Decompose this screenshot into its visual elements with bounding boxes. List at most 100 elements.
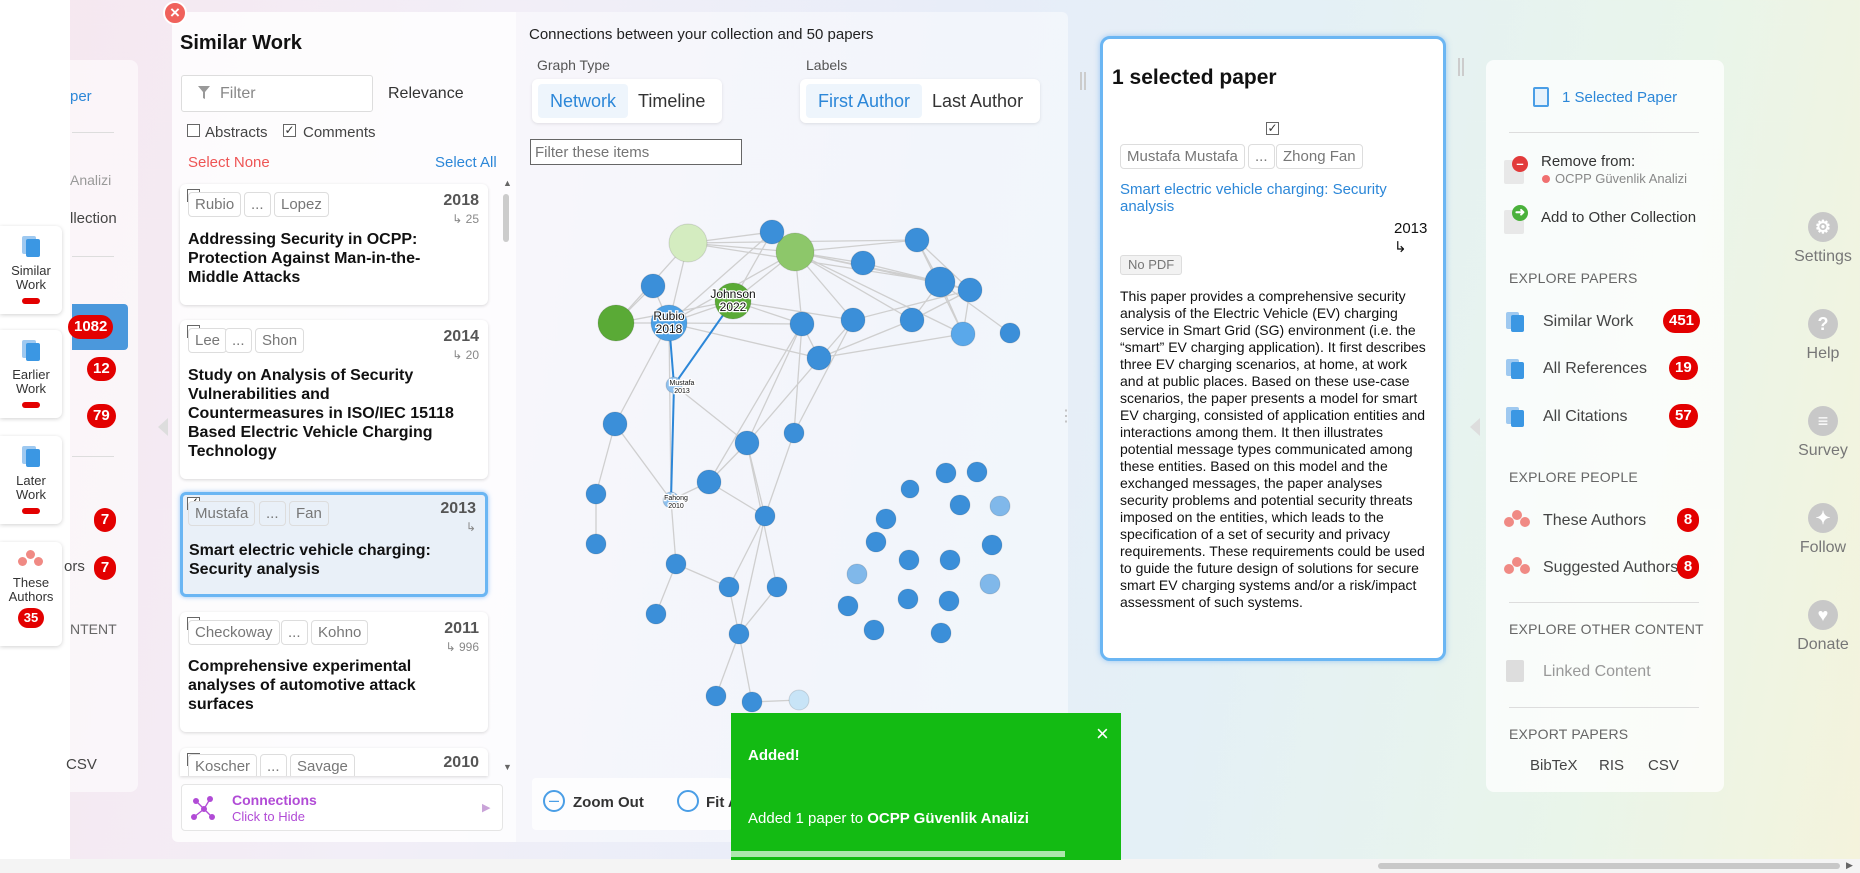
toast-close-icon[interactable]: × [1096,721,1109,747]
tab-these-authors[interactable]: These Authors 35 [0,542,62,646]
all-references-link[interactable]: All References [1543,360,1647,378]
comments-checkbox[interactable]: ✓ [283,124,296,137]
fit-icon[interactable] [677,790,699,812]
graph-node-label: Johnson [710,287,755,301]
back-panel-export[interactable]: CSV [66,756,97,773]
tab-later-work[interactable]: Later Work [0,436,62,524]
last-author-chip[interactable]: Kohno [311,620,369,645]
horizontal-scrollbar[interactable]: ▶ [0,859,1860,873]
scroll-up-icon: ▲ [503,178,512,188]
graph-filter-input[interactable] [530,139,742,165]
selected-checkbox[interactable]: ✓ [1266,122,1279,135]
graph-node [728,623,750,645]
first-author-chip[interactable]: Mustafa [188,501,256,526]
ellipsis-chip[interactable]: ... [260,754,287,776]
close-icon[interactable]: × [163,1,187,25]
settings-button[interactable]: ⚙ Settings [1783,212,1860,266]
export-bibtex-button[interactable]: BibTeX [1530,757,1578,774]
document-icon [1506,357,1526,379]
last-author-chip[interactable]: Lopez [274,192,329,217]
similar-work-link[interactable]: Similar Work [1543,313,1633,331]
all-citations-link[interactable]: All Citations [1543,408,1627,426]
timeline-option[interactable]: Timeline [626,84,717,118]
donate-button[interactable]: ♥ Donate [1783,600,1860,654]
similar-count-badge: 451 [1663,309,1701,333]
tab-label-line2: Work [15,487,47,502]
network-option[interactable]: Network [538,84,629,118]
connections-toggle[interactable]: Connections Click to Hide ▶ [181,784,503,831]
resize-handle[interactable] [1080,72,1086,90]
paper-card-selected[interactable]: Mustafa ... Fan 2013 ↳ Smart electric ve… [180,492,488,597]
graph-node-label: Mustafa [670,380,695,387]
first-author-chip[interactable]: Lee [188,328,228,353]
select-none-link[interactable]: Select None [188,154,270,171]
ellipsis-chip[interactable]: ... [281,620,308,645]
zoom-out-button[interactable]: Zoom Out [573,794,644,811]
graph-edge [708,323,803,483]
tab-earlier-work[interactable]: Earlier Work [0,330,62,418]
resize-handle[interactable] [1458,58,1464,76]
paper-card[interactable]: Rubio ... Lopez 2018 ↳ 25 Addressing Sec… [180,184,488,305]
divider [1509,602,1699,603]
follow-button[interactable]: ✦ Follow [1783,503,1860,557]
tab-label-line2: Work [15,277,47,292]
export-csv-button[interactable]: CSV [1648,757,1679,774]
ellipsis-chip[interactable]: ... [244,192,271,217]
graph-node [865,531,887,553]
export-ris-button[interactable]: RIS [1599,757,1624,774]
filter-input[interactable]: Filter [181,75,373,112]
linked-content-link[interactable]: Linked Content [1543,663,1651,681]
ellipsis-chip[interactable]: ... [225,328,252,353]
graph-node [718,576,740,598]
paper-title-link[interactable]: Smart electric vehicle charging: Securit… [1120,181,1440,215]
paper-title: Smart electric vehicle charging: Securit… [189,542,431,578]
zoom-out-icon[interactable]: – [543,790,565,812]
added-toast: Added! × Added 1 paper to OCPP Güvenlik … [731,713,1121,860]
first-author-chip[interactable]: Mustafa Mustafa [1120,144,1245,169]
last-author-chip[interactable]: Savage [290,754,355,776]
graph-node [899,307,925,333]
first-author-option[interactable]: First Author [806,84,923,118]
first-author-chip[interactable]: Koscher [188,754,258,776]
sort-dropdown[interactable]: Relevance [388,85,464,103]
list-scrollbar[interactable]: ▲ ▼ [502,178,512,776]
first-author-chip[interactable]: Checkoway [188,620,280,645]
last-author-option[interactable]: Last Author [920,84,1035,118]
last-author-chip[interactable]: Zhong Fan [1276,144,1363,169]
paper-abstract: This paper provides a comprehensive secu… [1120,288,1426,610]
first-author-chip[interactable]: Rubio [188,192,242,217]
select-all-link[interactable]: Select All [435,154,497,171]
suggested-authors-count-badge: 8 [1677,555,1699,579]
graph-node [840,307,866,333]
tab-label-line1: Later [16,473,46,488]
graph-node-label: 2018 [656,322,683,336]
ellipsis-chip[interactable]: ... [259,501,286,526]
selected-count-link[interactable]: 1 Selected Paper [1562,89,1677,106]
survey-button[interactable]: ≡ Survey [1783,406,1860,460]
abstracts-checkbox[interactable] [187,124,200,137]
network-graph[interactable]: Rubio2018 Johnson2022 Mustafa2013 Fahong201… [516,180,1068,720]
document-icon [20,338,42,364]
suggested-authors-link[interactable]: Suggested Authors [1543,559,1678,577]
toast-title: Added! [748,747,800,764]
tab-similar-work[interactable]: Similar Work [0,226,62,314]
collapse-arrow-icon[interactable] [158,418,168,436]
count-badge: 79 [87,404,116,428]
collapse-arrow-icon[interactable] [1470,418,1480,436]
graph-node-label: Fahong [664,495,688,502]
back-panel-link[interactable]: per [70,88,92,105]
drag-handle-icon[interactable]: ⋮ [1058,409,1074,425]
last-author-chip[interactable]: Fan [289,501,329,526]
ellipsis-chip[interactable]: ... [1248,144,1275,169]
these-authors-link[interactable]: These Authors [1543,512,1646,530]
help-button[interactable]: ? Help [1783,309,1860,363]
graph-node [783,422,805,444]
paper-card[interactable]: Koscher ... Savage 2010 [180,748,488,776]
last-author-chip[interactable]: Shon [255,328,305,353]
citations-count-badge: 57 [1669,404,1698,428]
paper-card[interactable]: Checkoway ... Kohno 2011 ↳ 996 Comprehen… [180,612,488,732]
remove-from-button[interactable]: Remove from: [1541,153,1635,170]
divider [1509,707,1699,708]
paper-card[interactable]: Lee ... Shon 2014 ↳ 20 Study on Analysis… [180,320,488,479]
add-to-other-collection-button[interactable]: Add to Other Collection [1541,209,1696,226]
